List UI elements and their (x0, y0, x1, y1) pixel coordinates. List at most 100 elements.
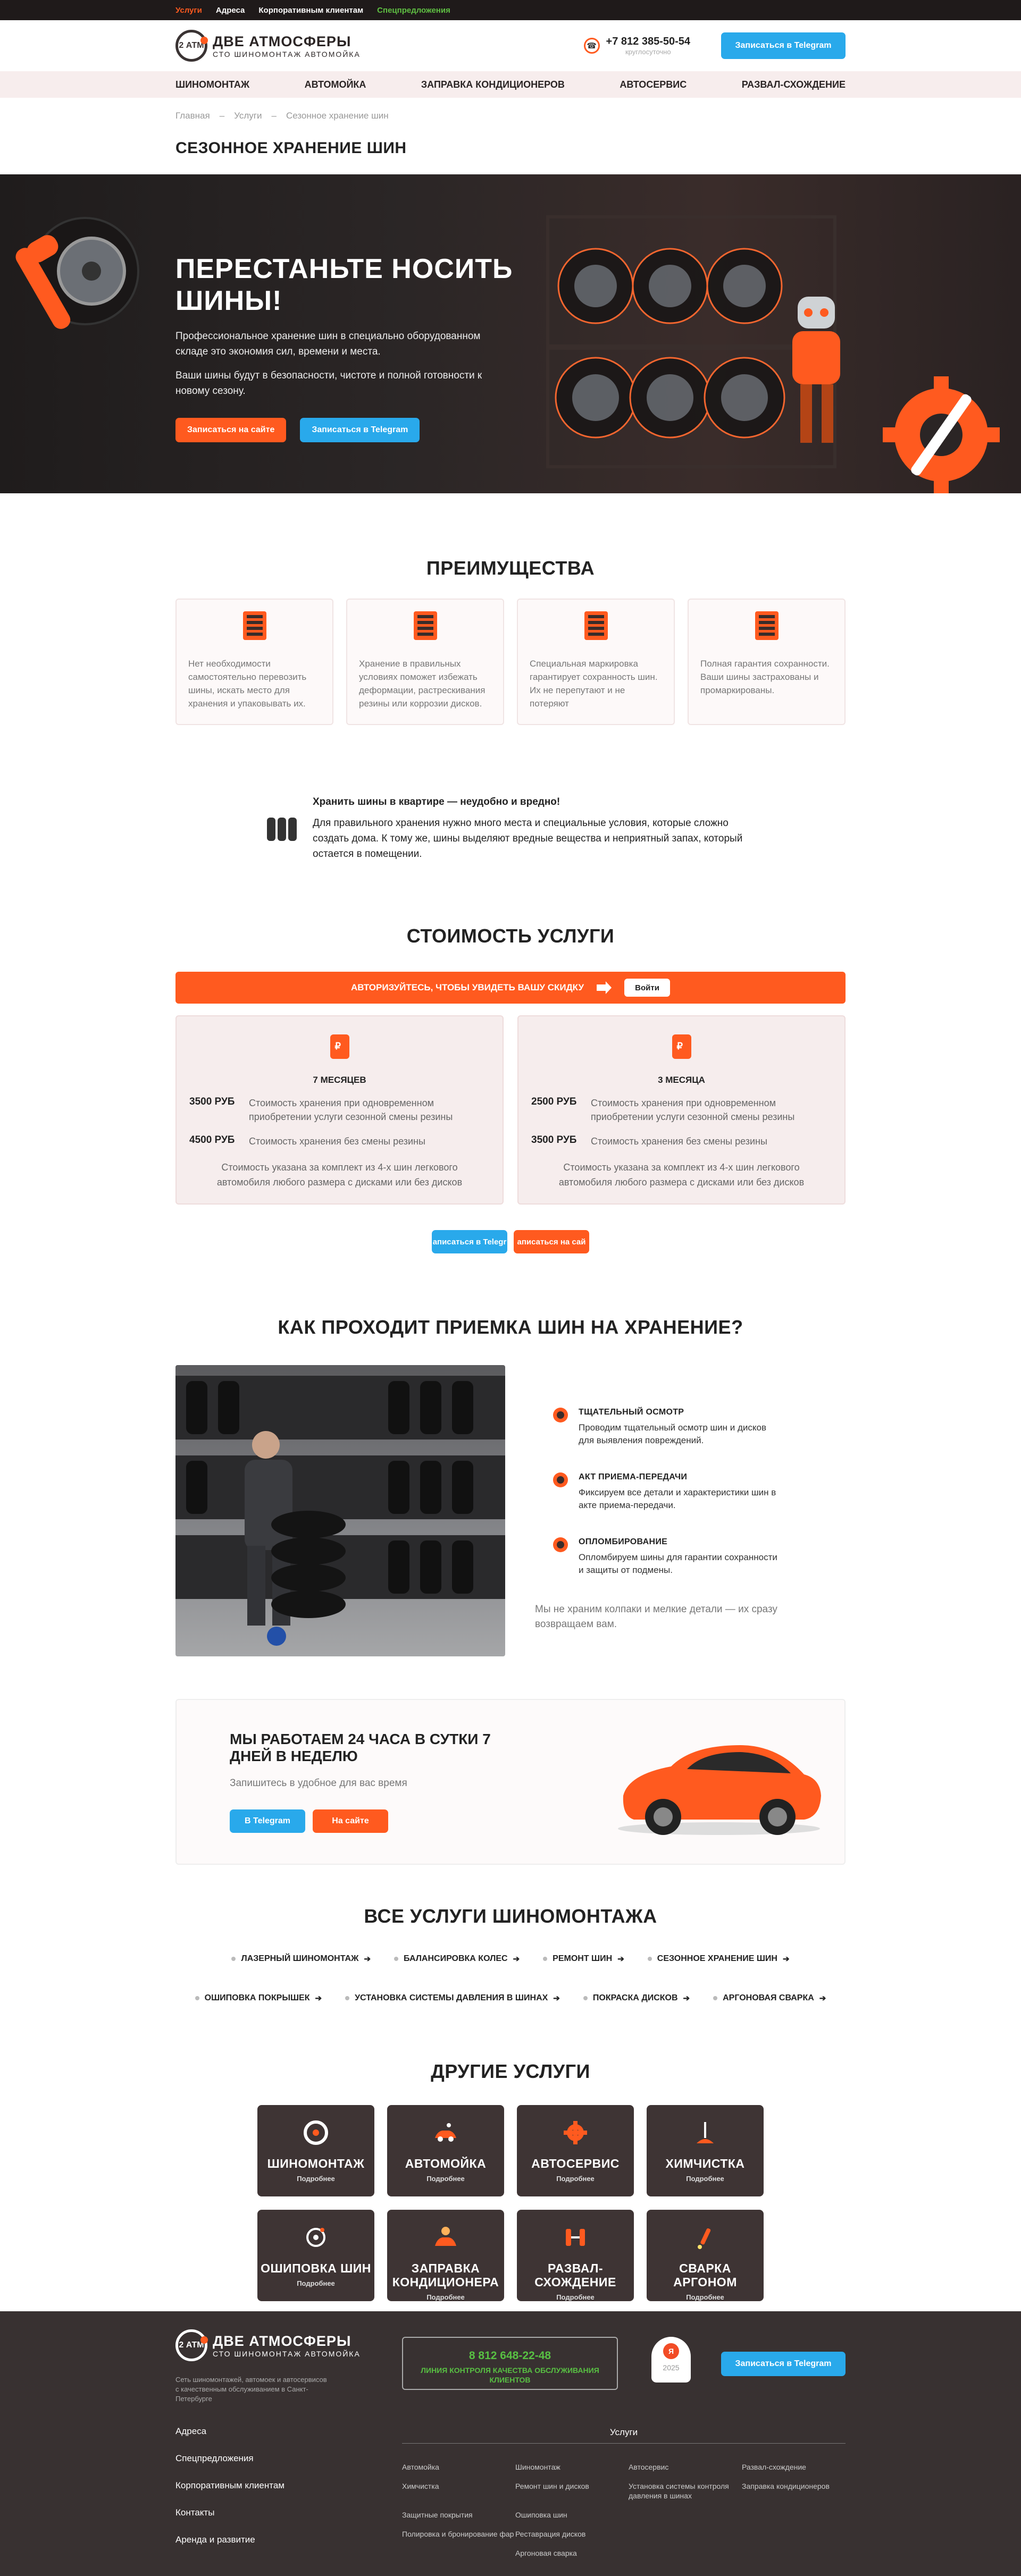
service-link[interactable]: ПОКРАСКА ДИСКОВ ➔ (583, 1993, 690, 2003)
advantages-title: ПРЕИМУЩЕСТВА (426, 557, 595, 579)
more-link: Подробнее (426, 2293, 465, 2301)
hero-text-1: Профессиональное хранение шин в специаль… (175, 331, 481, 357)
service-tile-wash[interactable]: АВТОМОЙКА Подробнее (387, 2105, 504, 2196)
header-telegram-button[interactable]: Записаться в Telegram (721, 32, 846, 59)
top-link-services[interactable]: Услуги (175, 6, 202, 15)
service-link[interactable]: ОШИПОВКА ПОКРЫШЕК ➔ (195, 1993, 322, 2003)
logo-mark: 2 АТМ (175, 2329, 208, 2361)
nav-item-ac-refill[interactable]: ЗАПРАВКА КОНДИЦИОНЕРОВ (421, 79, 565, 90)
logo-title: ДВЕ АТМОСФЕРЫ (213, 33, 352, 49)
hero-banner: ПЕРЕСТАНЬТЕ НОСИТЬ ШИНЫ! Профессионально… (0, 174, 1021, 493)
service-tile-studs[interactable]: ОШИПОВКА ШИН Подробнее (257, 2210, 374, 2301)
phone-number[interactable]: +7 812 385-50-54 (606, 36, 690, 48)
footer-service-link[interactable]: Автосервис (629, 2462, 742, 2472)
footer-service-link[interactable]: Заправка кондиционеров (742, 2481, 846, 2501)
nav-item-car-service[interactable]: АВТОСЕРВИС (620, 79, 687, 90)
service-link[interactable]: АРГОНОВАЯ СВАРКА ➔ (713, 1993, 826, 2003)
pricing-site-button[interactable]: аписаться на сай (514, 1230, 589, 1253)
nav-item-alignment[interactable]: РАЗВАЛ-СХОЖДЕНИЕ (742, 79, 846, 90)
service-tile-service[interactable]: АВТОСЕРВИС Подробнее (517, 2105, 634, 2196)
step-text: Опломбируем шины для гарантии сохранност… (579, 1552, 777, 1575)
service-tile-tire[interactable]: ШИНОМОНТАЖ Подробнее (257, 2105, 374, 2196)
price-fine-print: Стоимость указана за комплект из 4-х шин… (216, 1162, 463, 1188)
stud-icon (306, 2228, 325, 2247)
top-link-corporate[interactable]: Корпоративным клиентам (258, 6, 363, 15)
price-value: 4500 РУБ (189, 1134, 235, 1146)
more-link: Подробнее (297, 2175, 335, 2183)
hero-text-2: Ваши шины будут в безопасности, чистоте … (175, 370, 482, 397)
service-link[interactable]: БАЛАНСИРОВКА КОЛЕС ➔ (394, 1954, 520, 1964)
footer-logo[interactable]: 2 АТМ ДВЕ АТМОСФЕРЫ СТО ШИНОМОНТАЖ АВТОМ… (175, 2329, 361, 2361)
service-link[interactable]: СЕЗОННОЕ ХРАНЕНИЕ ШИН ➔ (647, 1954, 790, 1964)
service-tile-argon[interactable]: СВАРКА АРГОНОМ Подробнее (647, 2210, 764, 2301)
tire-rack-illustration (546, 215, 836, 468)
breadcrumb-services[interactable]: Услуги (234, 111, 262, 121)
footer-service-link[interactable]: Защитные покрытия (402, 2510, 515, 2520)
site-header: 2 АТМ ДВЕ АТМОСФЕРЫ СТО ШИНОМОНТАЖ АВТОМ… (0, 20, 1021, 71)
footer-service-link[interactable]: Автомойка (402, 2462, 515, 2472)
service-link[interactable]: ЛАЗЕРНЫЙ ШИНОМОНТАЖ ➔ (231, 1954, 371, 1964)
footer-service-link[interactable]: Полировка и бронирование фар (402, 2529, 515, 2539)
alignment-icon (566, 2229, 585, 2246)
logo[interactable]: 2 АТМ ДВЕ АТМОСФЕРЫ СТО ШИНОМОНТАЖ АВТОМ… (175, 30, 361, 62)
breadcrumb: Главная – Услуги – Сезонное хранение шин (175, 98, 846, 121)
site-footer: 2 АТМ ДВЕ АТМОСФЕРЫ СТО ШИНОМОНТАЖ АВТОМ… (0, 2311, 1021, 2576)
page-title: СЕЗОННОЕ ХРАНЕНИЕ ШИН (175, 139, 407, 157)
logo-subtitle: СТО ШИНОМОНТАЖ АВТОМОЙКА (213, 49, 361, 58)
service-tile-alignment[interactable]: РАЗВАЛ-СХОЖДЕНИЕ Подробнее (517, 2210, 634, 2301)
footer-service-link[interactable]: Ремонт шин и дисков (515, 2481, 629, 2501)
badge-year: 2025 (663, 2363, 680, 2372)
step-text: Фиксируем все детали и характеристики ши… (579, 1487, 776, 1510)
hero-telegram-button[interactable]: Записаться в Telegram (300, 418, 420, 442)
service-tile-cleaning[interactable]: ХИМЧИСТКА Подробнее (647, 2105, 764, 2196)
vacuum-icon (697, 2122, 714, 2143)
footer-link[interactable]: Спецпредложения (175, 2453, 284, 2464)
footer-service-link[interactable]: Реставрация дисков (515, 2529, 629, 2539)
phone-note: круглосуточно (625, 48, 671, 56)
hotline-phone[interactable]: 8 812 648-22-48 (403, 2350, 617, 2362)
work-hours-banner: МЫ РАБОТАЕМ 24 ЧАСА В СУТКИ 7 ДНЕЙ В НЕД… (175, 1699, 846, 1865)
more-link: Подробнее (686, 2175, 724, 2183)
mechanic-photo-illustration (175, 1376, 505, 1646)
footer-service-empty (629, 2510, 742, 2520)
work-site-button[interactable]: На сайте (313, 1809, 388, 1833)
pricing-telegram-button[interactable]: аписаться в Telegr (432, 1230, 507, 1253)
hotline-text: ЛИНИЯ КОНТРОЛЯ КАЧЕСТВА ОБСЛУЖИВАНИЯ КЛИ… (421, 2366, 599, 2384)
footer-service-link[interactable]: Развал-схождение (742, 2462, 846, 2472)
footer-service-link[interactable]: Шиномонтаж (515, 2462, 629, 2472)
footer-link[interactable]: Аренда и развитие (175, 2535, 284, 2545)
service-link[interactable]: УСТАНОВКА СИСТЕМЫ ДАВЛЕНИЯ В ШИНАХ ➔ (345, 1993, 560, 2003)
service-tile-ac[interactable]: ЗАПРАВКА КОНДИЦИОНЕРА Подробнее (387, 2210, 504, 2301)
footer-telegram-button[interactable]: Записаться в Telegram (721, 2352, 846, 2376)
process-step: АКТ ПРИЕМА-ПЕРЕДАЧИ Фиксируем все детали … (553, 1472, 796, 1512)
more-link: Подробнее (686, 2293, 724, 2301)
footer-link[interactable]: Контакты (175, 2507, 284, 2518)
tire-rack-icon (242, 611, 266, 640)
more-link: Подробнее (297, 2279, 335, 2287)
login-button[interactable]: Войти (624, 979, 671, 997)
footer-link[interactable]: Корпоративным клиентам (175, 2480, 284, 2491)
footer-link[interactable]: Адреса (175, 2426, 284, 2437)
tire-rack-icon (413, 611, 437, 640)
footer-service-link[interactable]: Химчистка (402, 2481, 515, 2501)
advantage-text: Нет необходимости самостоятельно перевоз… (188, 659, 307, 709)
warning-text: Для правильного хранения нужно много мес… (313, 818, 743, 860)
footer-service-link[interactable]: Установка системы контроля давления в ши… (629, 2481, 742, 2501)
breadcrumb-home[interactable]: Главная (175, 111, 210, 121)
footer-service-link[interactable]: Аргоновая сварка (515, 2548, 629, 2558)
nav-item-tire-service[interactable]: ШИНОМОНТАЖ (175, 79, 249, 90)
welding-icon (698, 2228, 711, 2249)
hero-site-button[interactable]: Записаться на сайте (175, 418, 287, 442)
rating-badge[interactable]: Я 2025 (651, 2337, 691, 2383)
gear-icon (564, 2121, 587, 2144)
price-fine-print: Стоимость указана за комплект из 4-х шин… (558, 1162, 805, 1188)
phone-icon: ☎ (583, 38, 600, 54)
top-link-offers[interactable]: Спецпредложения (377, 6, 450, 15)
nav-item-car-wash[interactable]: АВТОМОЙКА (305, 79, 366, 90)
service-link[interactable]: РЕМОНТ ШИН ➔ (543, 1954, 624, 1964)
work-telegram-button[interactable]: В Telegram (230, 1809, 305, 1833)
top-link-addresses[interactable]: Адреса (216, 6, 245, 15)
footer-service-link[interactable]: Ошиповка шин (515, 2510, 629, 2520)
header-phone[interactable]: ☎ +7 812 385-50-54 круглосуточно (583, 36, 690, 56)
quality-hotline[interactable]: 8 812 648-22-48 ЛИНИЯ КОНТРОЛЯ КАЧЕСТВА … (402, 2337, 618, 2390)
